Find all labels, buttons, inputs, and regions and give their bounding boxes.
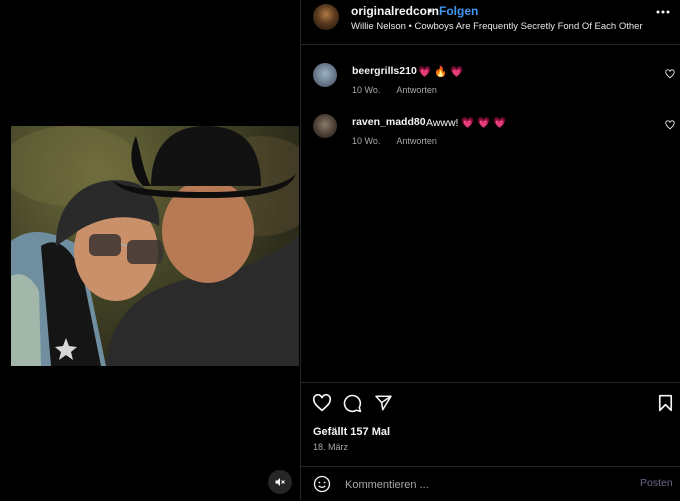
comment-text: Awww! 💗 💗 💗 (426, 117, 507, 129)
audio-link[interactable]: Willie Nelson • Cowboys Are Frequently S… (351, 21, 643, 32)
comment-meta: 10 Wo. Antworten (352, 136, 451, 146)
comment-button[interactable] (343, 394, 362, 413)
author-username[interactable]: originalredcorn (351, 4, 439, 18)
post-detail-panel: originalredcorn • Folgen Willie Nelson •… (301, 0, 680, 500)
post-comment-button[interactable]: Posten (640, 477, 673, 489)
smiley-icon (313, 475, 331, 493)
speaker-muted-icon (274, 476, 286, 488)
post-photo[interactable] (11, 126, 299, 366)
comment-like-button[interactable] (665, 69, 675, 79)
bookmark-icon (658, 394, 673, 412)
heart-outline-icon (665, 120, 675, 130)
more-icon (656, 10, 670, 14)
post-header: originalredcorn • Folgen Willie Nelson •… (301, 0, 680, 45)
post-date: 18. März (313, 442, 349, 452)
header-separator: • (428, 4, 433, 18)
save-button[interactable] (658, 394, 673, 412)
comment-item: raven_madd80 Awww! 💗 💗 💗 10 Wo. Antworte… (301, 114, 680, 160)
post-media (0, 0, 300, 500)
comment-text: 💗 🔥 💗 (418, 66, 464, 78)
comment-username[interactable]: beergrills210 (352, 65, 417, 77)
like-button[interactable] (312, 394, 332, 412)
paper-plane-icon (375, 395, 392, 411)
reply-button[interactable]: Antworten (396, 85, 437, 95)
more-options-button[interactable] (656, 10, 670, 14)
comment-item: beergrills210 💗 🔥 💗 10 Wo. Antworten (301, 63, 680, 109)
author-avatar[interactable] (313, 4, 339, 30)
comment-input[interactable] (343, 474, 627, 496)
comment-username[interactable]: raven_madd80 (352, 116, 426, 128)
like-count[interactable]: Gefällt 157 Mal (313, 426, 390, 438)
comment-bubble-icon (343, 394, 362, 413)
comment-composer: Posten (301, 466, 680, 501)
share-button[interactable] (374, 394, 393, 412)
emoji-button[interactable] (313, 475, 331, 493)
comment-like-button[interactable] (665, 120, 675, 130)
follow-button[interactable]: Folgen (439, 4, 478, 18)
comment-meta: 10 Wo. Antworten (352, 85, 451, 95)
heart-outline-icon (665, 69, 675, 79)
commenter-avatar[interactable] (313, 63, 337, 87)
comment-age: 10 Wo. (352, 136, 381, 146)
action-bar: Gefällt 157 Mal 18. März (301, 382, 680, 473)
mute-button[interactable] (268, 470, 292, 494)
heart-icon (312, 394, 332, 412)
commenter-avatar[interactable] (313, 114, 337, 138)
reply-button[interactable]: Antworten (396, 136, 437, 146)
comment-age: 10 Wo. (352, 85, 381, 95)
